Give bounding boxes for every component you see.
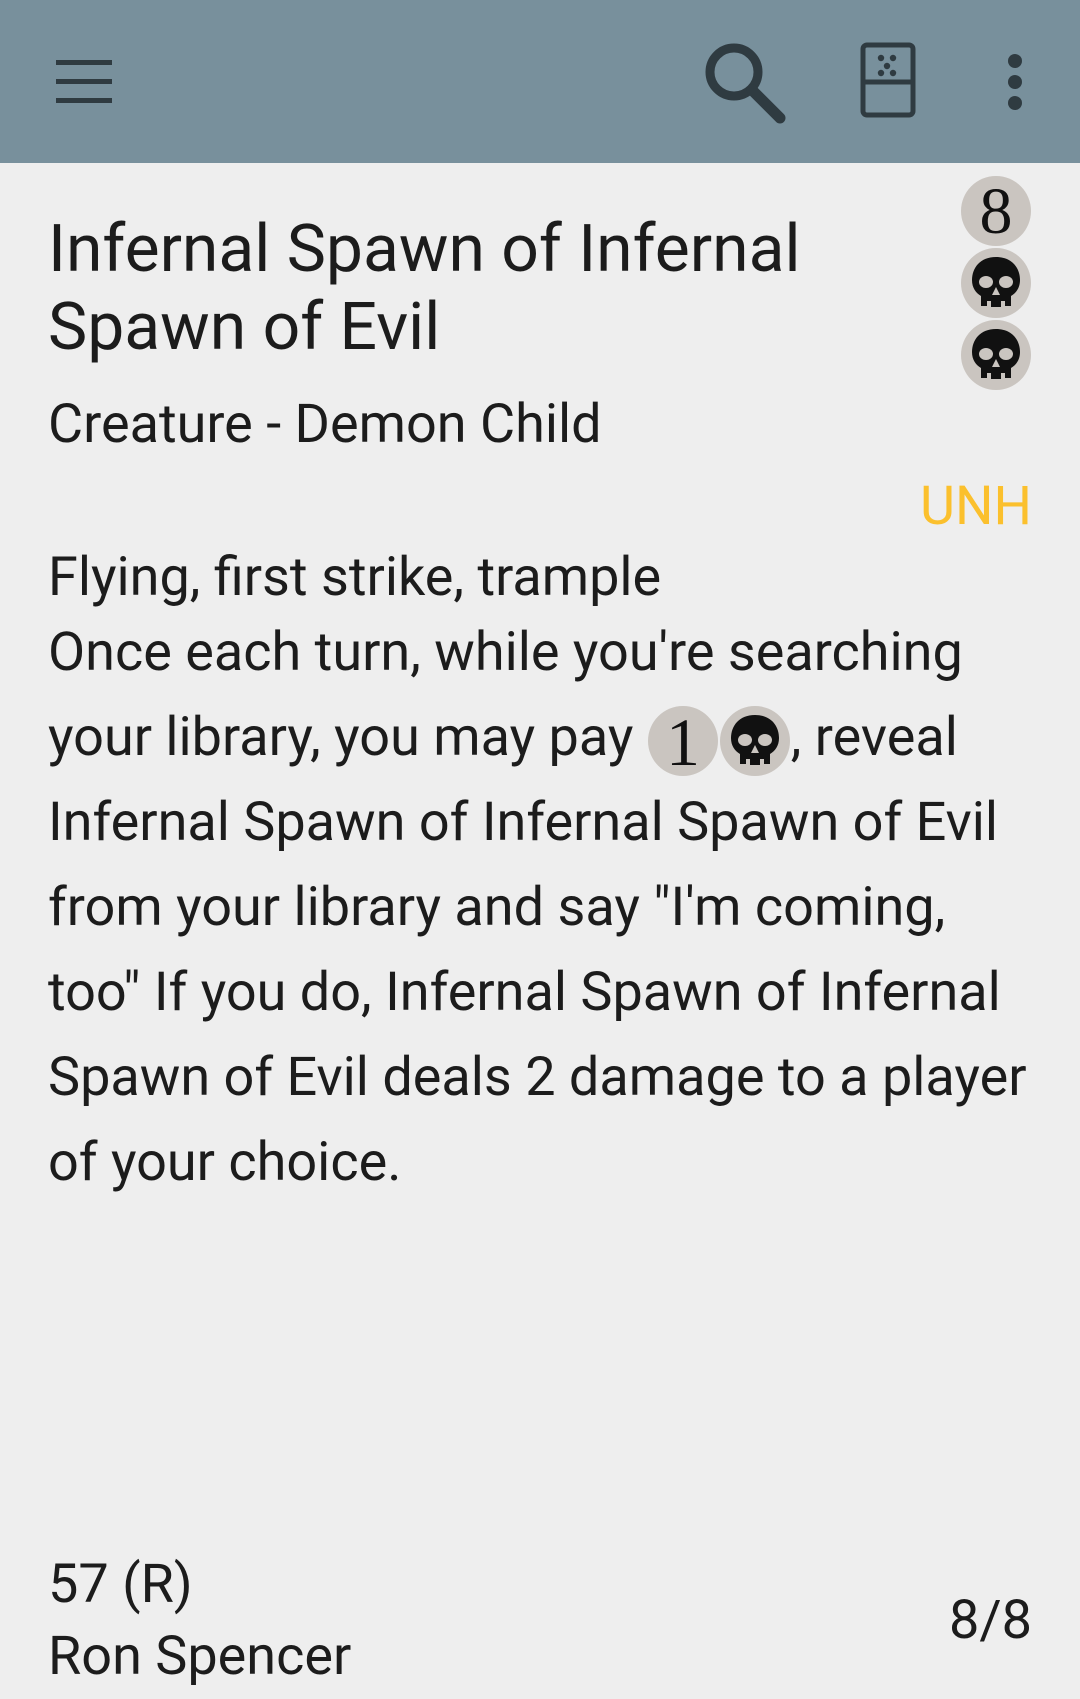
- mana-black-skull-icon: [961, 320, 1031, 390]
- rules-keywords: Flying, first strike, trample: [48, 546, 662, 609]
- rules-text-part: , reveal Infernal Spawn of Infernal Spaw…: [48, 706, 1027, 1194]
- menu-icon[interactable]: [48, 52, 120, 112]
- card-name: Infernal Spawn of Infernal Spawn of Evil: [48, 211, 801, 366]
- card-detail: Infernal Spawn of Infernal Spawn of Evil…: [0, 163, 1080, 1699]
- mana-generic-8-icon: 8: [961, 175, 1031, 247]
- search-icon[interactable]: [700, 38, 790, 128]
- more-vert-icon[interactable]: [995, 52, 1035, 112]
- app-bar: [0, 0, 1080, 163]
- mana-cost: 8: [960, 175, 1032, 391]
- power-toughness: 8/8: [949, 1589, 1032, 1652]
- mana-value: 1: [666, 705, 700, 777]
- collector-number: 57 (R): [48, 1553, 193, 1616]
- type-line: Creature - Demon Child: [48, 393, 602, 456]
- deck-icon[interactable]: [858, 40, 918, 120]
- mana-black-skull-icon: [961, 248, 1031, 318]
- artist-name: Ron Spencer: [48, 1625, 352, 1688]
- rules-text: Flying, first strike, trample Once each …: [48, 546, 1038, 1205]
- set-code: UNH: [919, 475, 1032, 538]
- mana-value: 8: [980, 175, 1013, 247]
- mana-generic-1-icon: 1: [647, 705, 718, 777]
- mana-black-skull-icon: [719, 706, 790, 776]
